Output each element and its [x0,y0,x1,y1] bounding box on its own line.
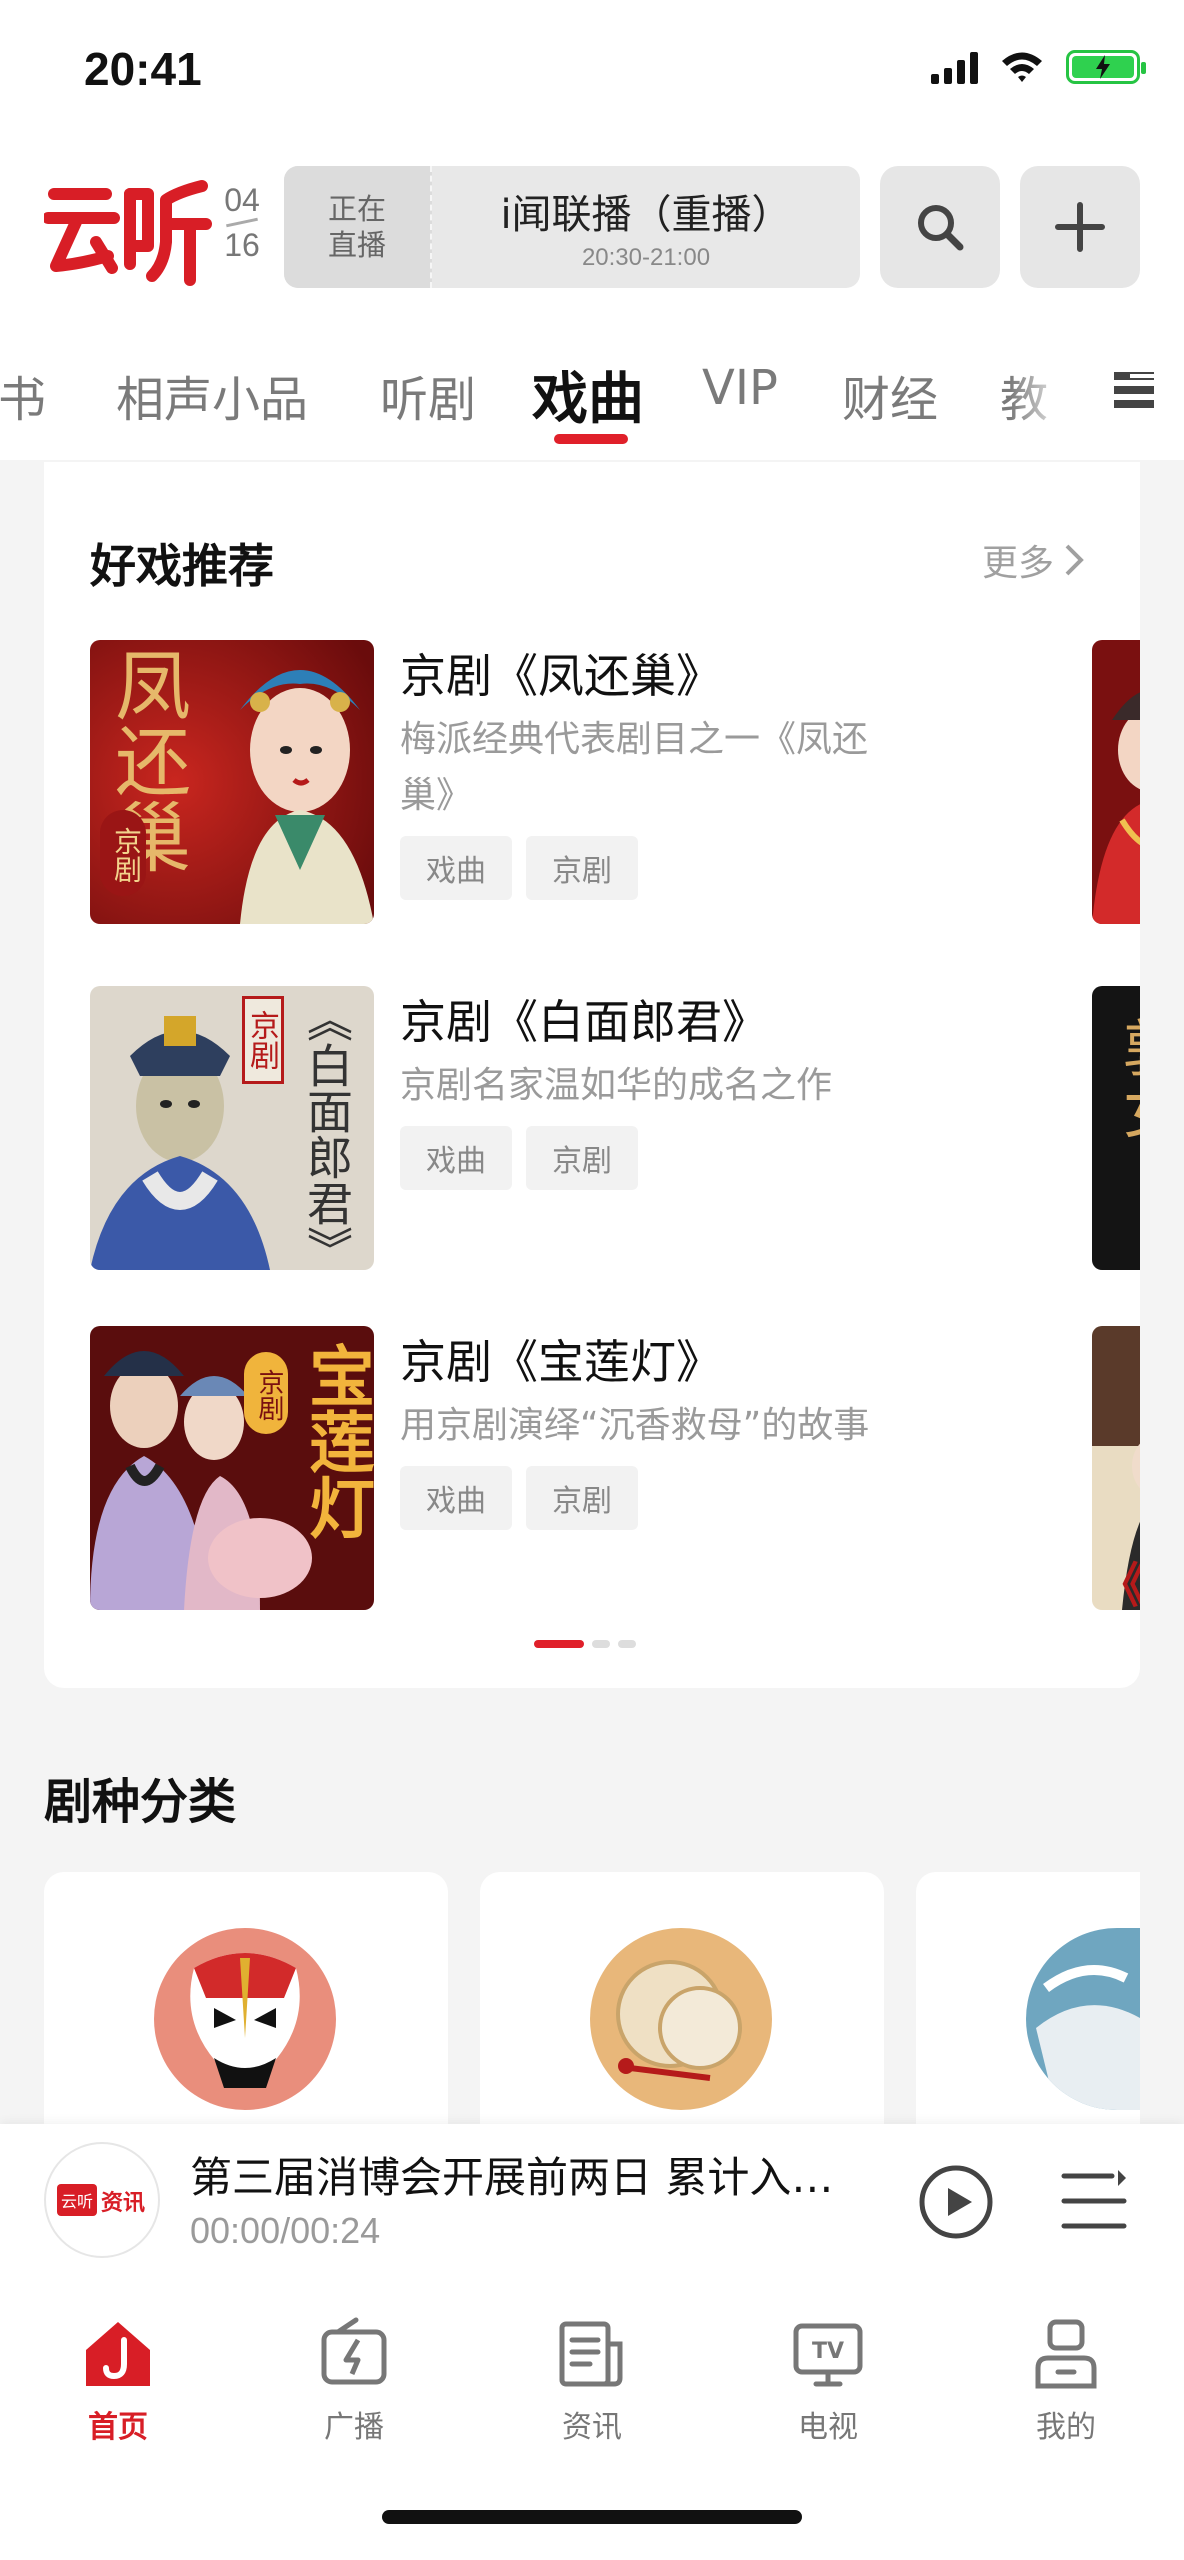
play-icon[interactable] [918,2164,994,2240]
live-tag: 正在 直播 [284,166,432,288]
opera-item[interactable]: 凤还巢 京剧 京剧《凤还巢》 梅派经典代表剧目之一《凤还巢》 戏曲 京剧 [90,640,1140,924]
next-page-peek[interactable] [1092,640,1140,924]
next-page-peek[interactable]: 敦女 [1092,986,1140,1270]
mini-player[interactable]: 云听 资讯 第三届消博会开展前两日 累计入… 00:00/00:24 [0,2124,1184,2280]
add-button[interactable] [1020,166,1140,288]
nav-tv[interactable]: TV 电视 [748,2316,908,2446]
next-page-peek[interactable]: 《王 [1092,1326,1140,1610]
app-logo[interactable] [44,172,212,290]
svg-text:TV: TV [812,2339,844,2364]
item-description: 梅派经典代表剧目之一《凤还巢》 [400,719,869,816]
tab-audio-drama[interactable]: 听剧 [380,360,476,430]
battery-icon [1066,50,1146,84]
genre-image [154,1928,336,2110]
cover-calligraphy: 《白面郎君》 [300,996,354,1270]
status-bar: 20:41 [0,0,1184,150]
wifi-icon [1002,52,1042,82]
page-dot [592,1640,610,1648]
item-description: 用京剧演绎“沉香救母”的故事 [400,1405,870,1446]
radio-icon [321,2317,387,2385]
search-button[interactable] [880,166,1000,288]
bottom-navigation: 首页 广播 资讯 TV 电视 我的 [0,2280,1184,2560]
item-title: 京剧《白面郎君》 [400,995,768,1049]
tv-icon: TV [793,2323,863,2387]
page-dot-active [534,1640,584,1648]
item-tags: 戏曲 京剧 [400,1466,638,1530]
player-cover: 云听 资讯 [44,2142,160,2258]
cover-calligraphy: 宝莲灯 [298,1342,374,1540]
nav-news[interactable]: 资讯 [512,2316,672,2446]
opera-item[interactable]: 京剧 宝莲灯 京剧《宝莲灯》 用京剧演绎“沉香救母”的故事 戏曲 京剧 《王 [90,1326,1140,1610]
nav-profile[interactable]: 我的 [986,2316,1146,2446]
app-header: 04 16 正在 直播 i闻联播（重播） 20:30-21:00 [0,150,1184,320]
live-program-title: i闻联播（重播） [500,192,792,238]
section-title: 剧种分类 [44,1774,237,1830]
item-title: 京剧《凤还巢》 [400,649,722,703]
tag: 京剧 [526,1466,638,1530]
nav-home[interactable]: 首页 [38,2316,198,2446]
tab-finance[interactable]: 财经 [842,360,938,430]
recommend-card: 好戏推荐 更多 凤还巢 京剧 京剧《凤还巢》 梅派经典代表剧目之一《凤还巢》 戏… [44,462,1140,1688]
nav-radio[interactable]: 广播 [274,2316,434,2446]
cover-image: 凤还巢 京剧 [90,640,374,924]
genre-image [1026,1928,1140,2110]
item-tags: 戏曲 京剧 [400,836,638,900]
item-title: 京剧《宝莲灯》 [400,1335,722,1389]
category-tabs: 书 相声小品 听剧 戏曲 VIP 财经 教 [0,320,1184,460]
svg-text:资讯: 资讯 [101,2191,145,2216]
home-icon [86,2322,150,2386]
opera-item[interactable]: 京剧 《白面郎君》 京剧《白面郎君》 京剧名家温如华的成名之作 戏曲 京剧 敦女 [90,986,1140,1270]
cover-image: 京剧 《白面郎君》 [90,986,374,1270]
player-title: 第三届消博会开展前两日 累计入… [190,2153,834,2202]
plus-icon [1055,202,1105,252]
svg-text:云听: 云听 [61,2192,93,2211]
date-day: 16 [224,227,260,263]
tag: 戏曲 [400,836,512,900]
cellular-signal-icon [931,50,978,84]
more-link[interactable]: 更多 [982,534,1084,586]
date-display: 04 16 [222,182,262,263]
live-now-banner[interactable]: 正在 直播 i闻联播（重播） 20:30-21:00 [284,166,860,288]
active-tab-indicator [554,434,628,444]
tab-menu-button[interactable] [1084,320,1184,460]
status-icons [931,50,1146,84]
cover-image: 京剧 宝莲灯 [90,1326,374,1610]
section-title: 好戏推荐 [90,539,274,593]
chevron-right-icon [1065,544,1084,576]
tag: 京剧 [526,1126,638,1190]
carousel-pagination [534,1640,636,1648]
tab-crosstalk[interactable]: 相声小品 [116,360,308,430]
search-icon [918,205,964,251]
cover-badge: 京剧 [244,1352,288,1434]
date-month: 04 [224,182,260,218]
genre-image [590,1928,772,2110]
item-tags: 戏曲 京剧 [400,1126,638,1190]
cover-badge: 京剧 [242,996,284,1084]
cover-badge: 京剧 [100,810,146,896]
tag: 京剧 [526,836,638,900]
page-dot [618,1640,636,1648]
profile-icon [1035,2319,1097,2389]
status-time: 20:41 [84,43,202,95]
tag: 戏曲 [400,1126,512,1190]
tag: 戏曲 [400,1466,512,1530]
menu-icon [1114,372,1154,408]
tab-vip[interactable]: VIP [702,360,778,416]
home-indicator [382,2510,802,2524]
tab-opera[interactable]: 戏曲 [532,354,644,435]
item-description: 京剧名家温如华的成名之作 [400,1065,833,1106]
playlist-icon[interactable] [1060,2168,1128,2234]
live-program-time: 20:30-21:00 [581,244,711,271]
tab-books[interactable]: 书 [0,360,46,430]
player-time: 00:00/00:24 [190,2210,381,2251]
news-icon [559,2321,623,2387]
